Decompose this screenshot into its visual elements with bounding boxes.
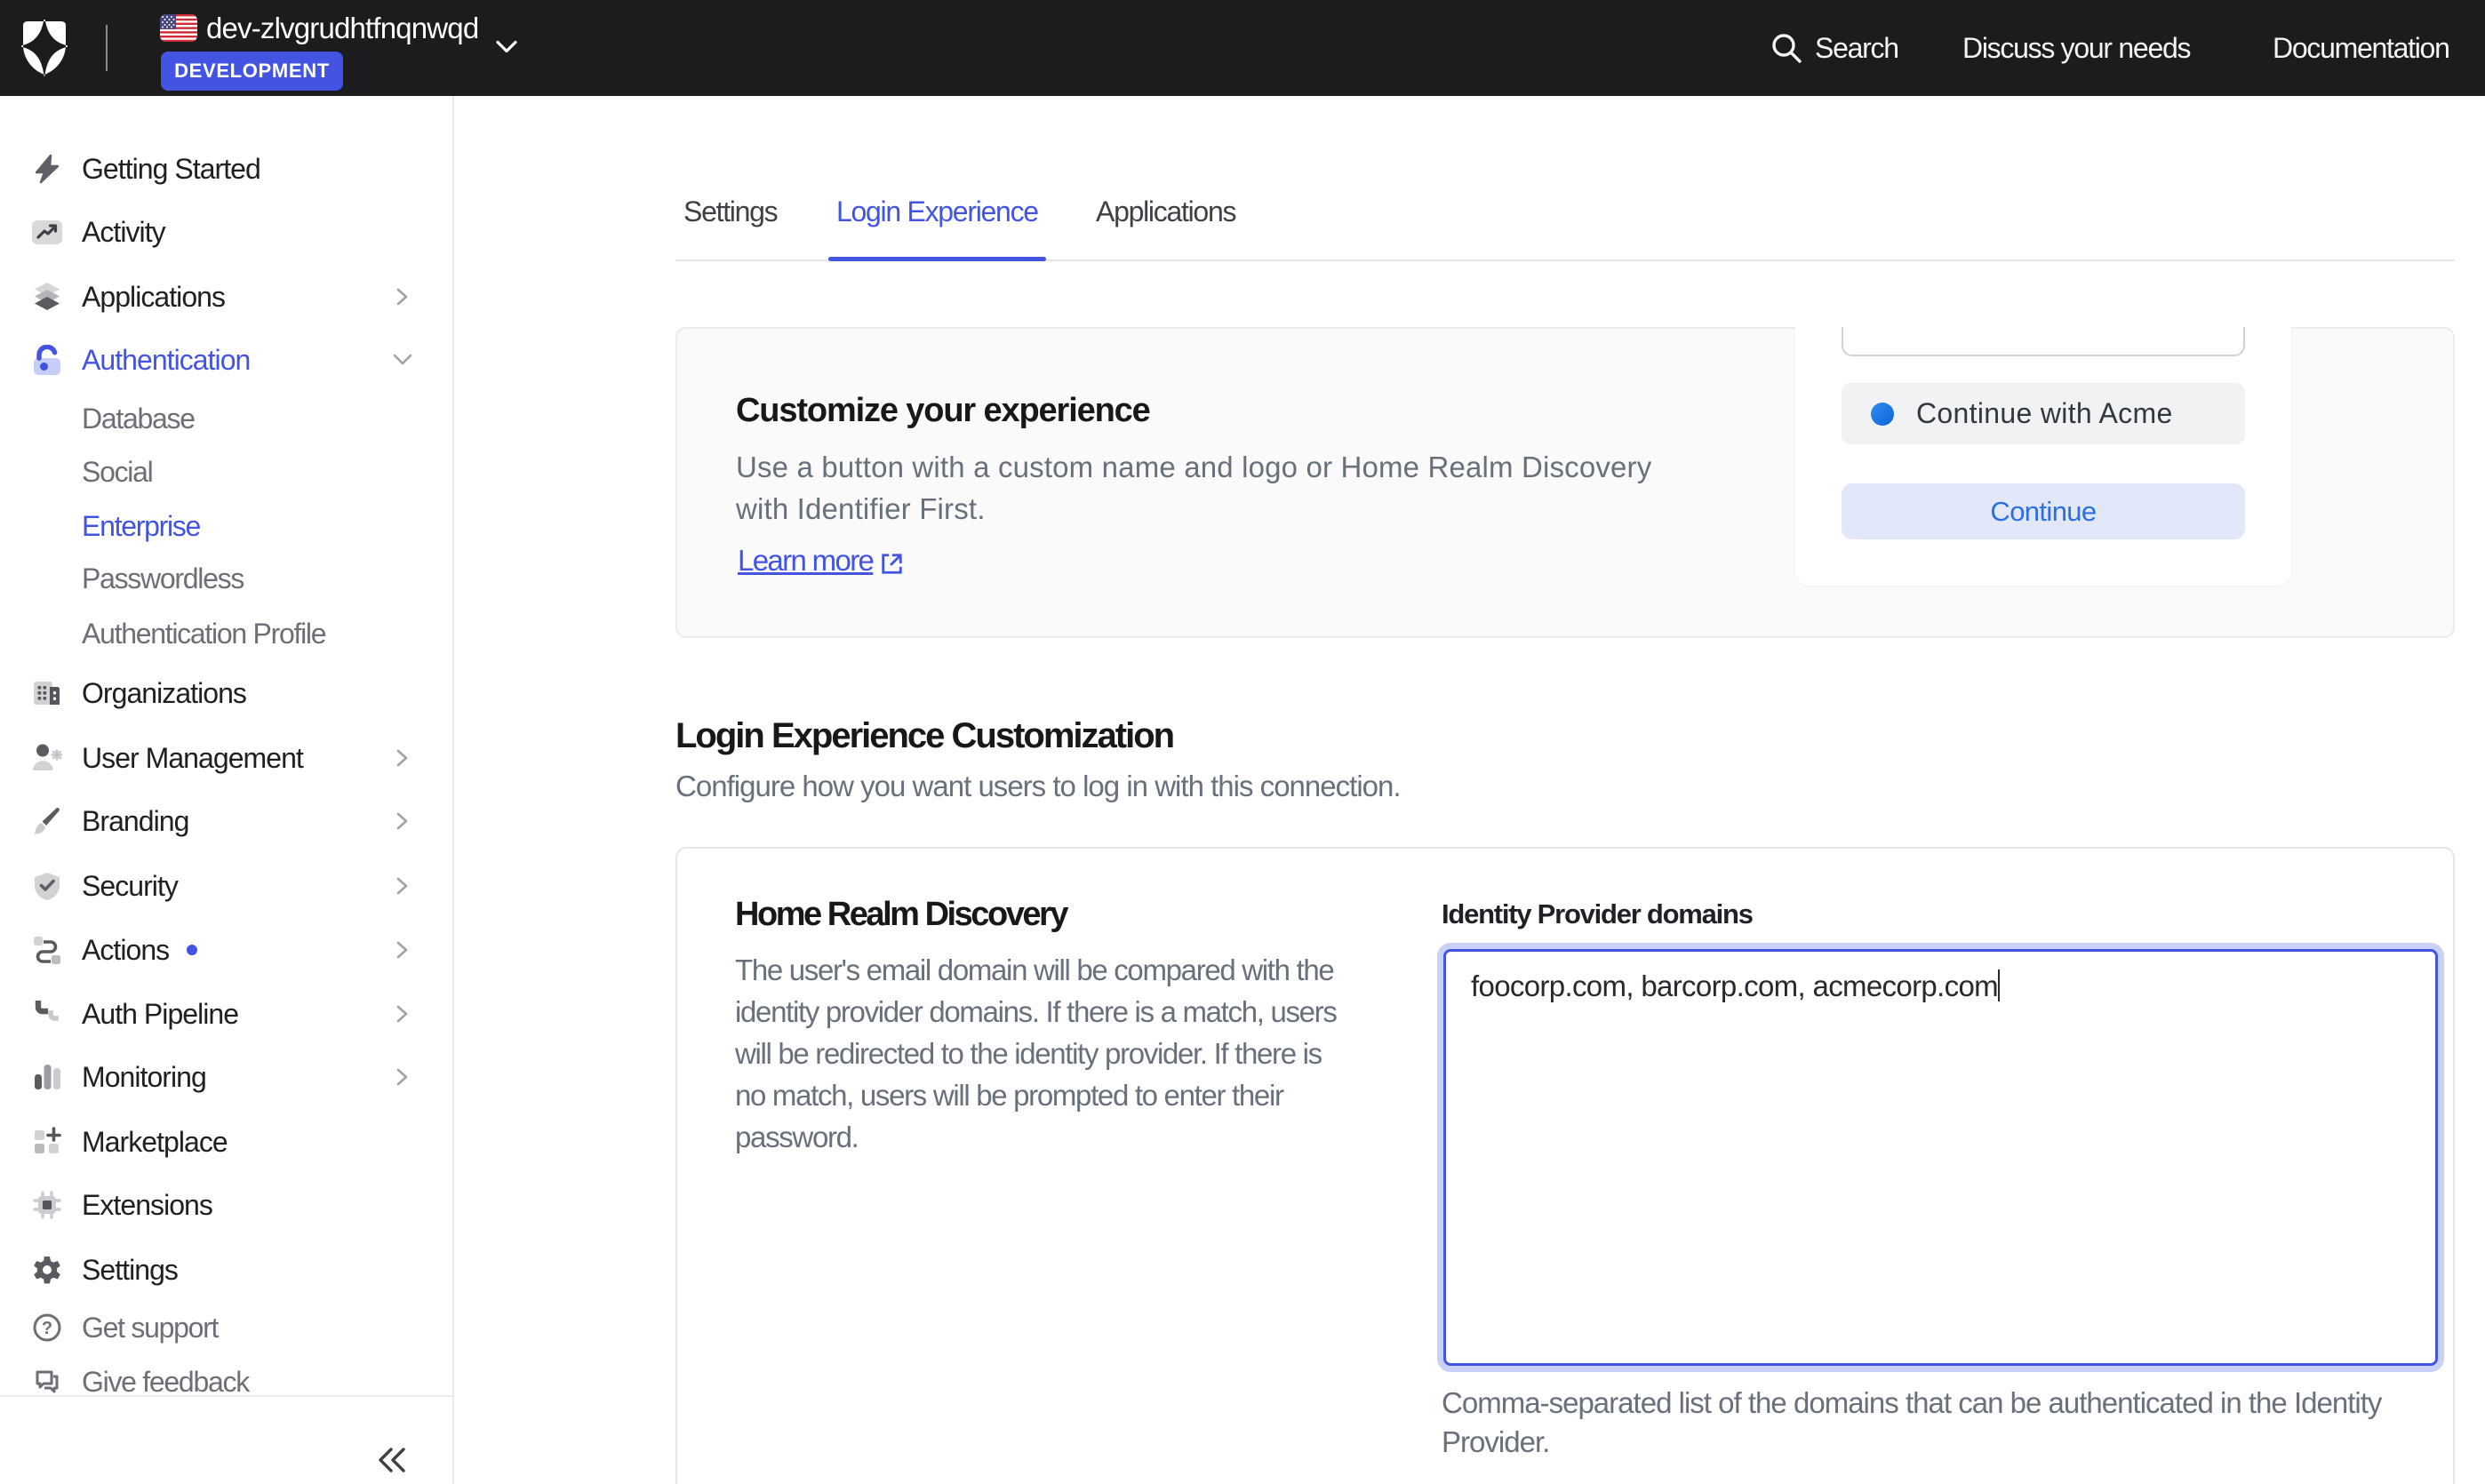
svg-text:?: ? (42, 1319, 52, 1338)
